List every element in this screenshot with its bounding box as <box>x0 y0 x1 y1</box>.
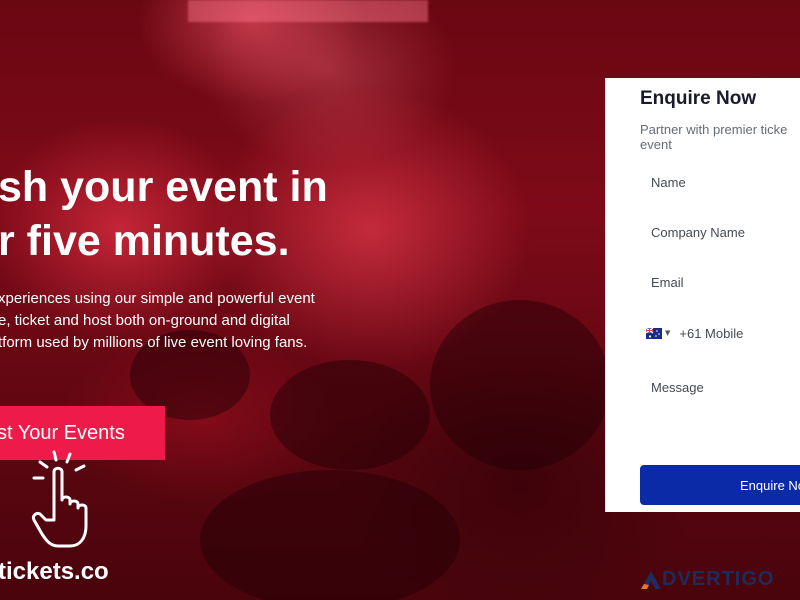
hero-headline: sh your event in r five minutes. <box>0 160 328 268</box>
company-name-placeholder: Company Name <box>651 225 745 240</box>
hand-pointer-icon <box>32 450 88 548</box>
form-subtitle: Partner with premier ticke event <box>640 122 800 152</box>
crowd-silhouette <box>430 300 610 470</box>
form-title: Enquire Now <box>640 88 757 109</box>
crowd-silhouette <box>200 470 460 600</box>
stage-screen <box>188 0 428 22</box>
caret-down-icon: ▼ <box>665 329 671 337</box>
watermark-text: DVERTIGO <box>662 568 775 590</box>
description-line: e, ticket and host both on-ground and di… <box>0 312 290 329</box>
advertigo-logo-icon <box>641 570 661 589</box>
description-line: xperiences using our simple and powerful… <box>0 290 315 307</box>
email-placeholder: Email <box>651 275 684 290</box>
message-placeholder: Message <box>651 380 704 395</box>
phone-country-select[interactable]: ▼ +61 Mobile <box>646 322 800 344</box>
crowd-silhouette <box>270 360 430 470</box>
enquiry-form: Enquire Now Partner with premier ticke e… <box>605 78 800 512</box>
subtitle-line: event <box>640 137 672 152</box>
brand-logo-text: tickets.co <box>0 558 109 585</box>
headline-line: r five minutes. <box>0 217 290 265</box>
name-placeholder: Name <box>651 175 686 190</box>
description-line: tform used by millions of live event lov… <box>0 334 308 351</box>
australia-flag-icon <box>646 327 662 339</box>
advertigo-watermark: DVERTIGO <box>640 568 774 591</box>
phone-placeholder[interactable]: +61 Mobile <box>679 326 743 341</box>
subtitle-line: Partner with premier ticke <box>640 122 788 137</box>
hero-description: xperiences using our simple and powerful… <box>0 288 378 354</box>
enquire-now-button[interactable]: Enquire No <box>640 465 800 505</box>
headline-line: sh your event in <box>0 163 328 211</box>
